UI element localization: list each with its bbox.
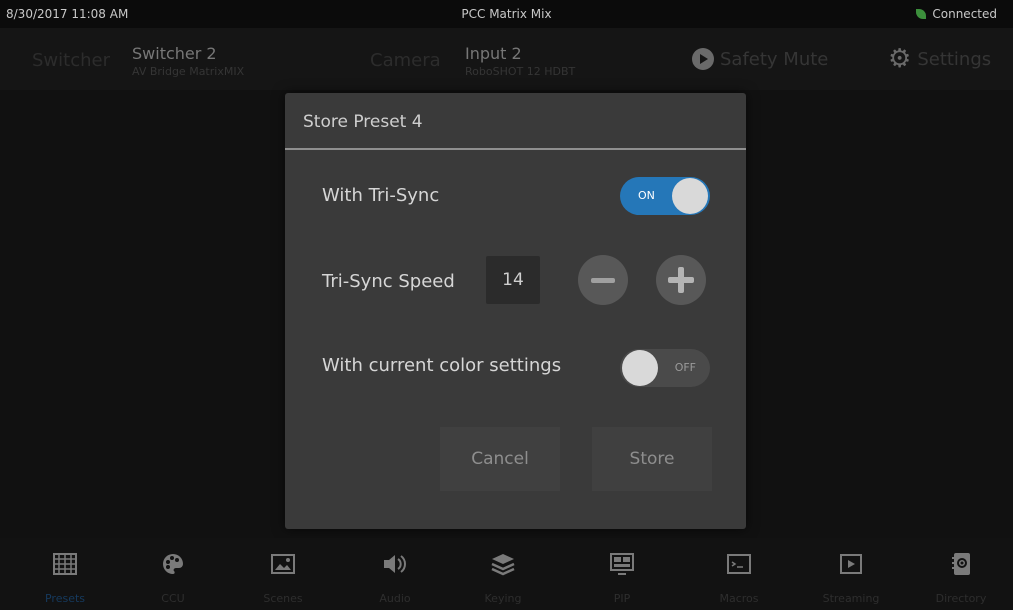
nav-item-scenes[interactable]: Scenes (240, 538, 326, 610)
store-button[interactable]: Store (592, 427, 712, 491)
cancel-button[interactable]: Cancel (440, 427, 560, 491)
nav-label: Directory (935, 592, 987, 605)
minus-icon (591, 277, 615, 283)
with-trisync-label: With Tri-Sync (322, 185, 440, 206)
leaf-icon (916, 9, 927, 19)
speaker-icon (352, 550, 438, 578)
app-window: 8/30/2017 11:08 AM PCC Matrix Mix Connec… (0, 0, 1013, 610)
grid-icon (22, 550, 108, 578)
nav-item-audio[interactable]: Audio (352, 538, 438, 610)
settings-button[interactable]: ⚙ Settings (888, 44, 992, 74)
switcher-name: Switcher 2 (132, 44, 217, 63)
status-bar: 8/30/2017 11:08 AM PCC Matrix Mix Connec… (0, 0, 1013, 28)
play-circle-icon (692, 48, 714, 70)
decrease-speed-button[interactable] (578, 255, 628, 305)
connection-status: Connected (916, 7, 997, 21)
nav-label: Keying (484, 592, 522, 605)
trisync-speed-label: Tri-Sync Speed (322, 271, 455, 292)
gear-icon: ⚙ (888, 44, 912, 74)
switcher-model: AV Bridge MatrixMIX (132, 65, 245, 78)
nav-label: PIP (613, 592, 631, 605)
store-preset-dialog: Store Preset 4 With Tri-Sync ON Tri-Sync… (285, 93, 746, 529)
layers-icon (460, 550, 546, 578)
toggle-knob (622, 350, 658, 386)
nav-item-directory[interactable]: Directory (918, 538, 1004, 610)
nav-label: Streaming (822, 592, 880, 605)
safety-mute-button[interactable]: Safety Mute (692, 48, 828, 70)
nav-item-pip[interactable]: PIP (579, 538, 665, 610)
plus-icon (668, 267, 694, 293)
nav-label: CCU (161, 592, 185, 605)
dialog-title: Store Preset 4 (303, 112, 423, 132)
terminal-icon (696, 550, 782, 578)
with-trisync-toggle[interactable]: ON (620, 177, 710, 215)
color-settings-toggle[interactable]: OFF (620, 349, 710, 387)
bottom-nav: Presets CCU Scenes Audio Keying PIP Macr… (0, 538, 1013, 610)
switcher-label: Switcher (32, 50, 110, 71)
toggle-state-text: OFF (674, 361, 696, 374)
header: Switcher Switcher 2 AV Bridge MatrixMIX … (0, 28, 1013, 90)
connection-label: Connected (932, 7, 997, 21)
app-title: PCC Matrix Mix (461, 7, 552, 21)
palette-icon (130, 550, 216, 578)
nav-label: Presets (44, 592, 86, 605)
pip-icon (579, 550, 665, 578)
safety-mute-label: Safety Mute (720, 48, 829, 70)
toggle-state-text: ON (638, 189, 655, 202)
increase-speed-button[interactable] (656, 255, 706, 305)
nav-item-ccu[interactable]: CCU (130, 538, 216, 610)
camera-model: RoboSHOT 12 HDBT (465, 65, 576, 78)
trisync-speed-value: 14 (486, 256, 540, 304)
camera-label: Camera (370, 50, 441, 71)
nav-label: Scenes (263, 592, 303, 605)
nav-item-presets[interactable]: Presets (22, 538, 108, 610)
play-icon (808, 550, 894, 578)
picture-icon (240, 550, 326, 578)
settings-label: Settings (917, 48, 992, 70)
contacts-icon (918, 550, 1004, 578)
nav-label: Audio (379, 592, 411, 605)
camera-name: Input 2 (465, 44, 522, 63)
dialog-divider (285, 148, 746, 150)
toggle-knob (672, 178, 708, 214)
nav-label: Macros (719, 592, 759, 605)
nav-item-streaming[interactable]: Streaming (808, 538, 894, 610)
color-settings-label: With current color settings (322, 355, 562, 376)
nav-item-macros[interactable]: Macros (696, 538, 782, 610)
nav-item-keying[interactable]: Keying (460, 538, 546, 610)
